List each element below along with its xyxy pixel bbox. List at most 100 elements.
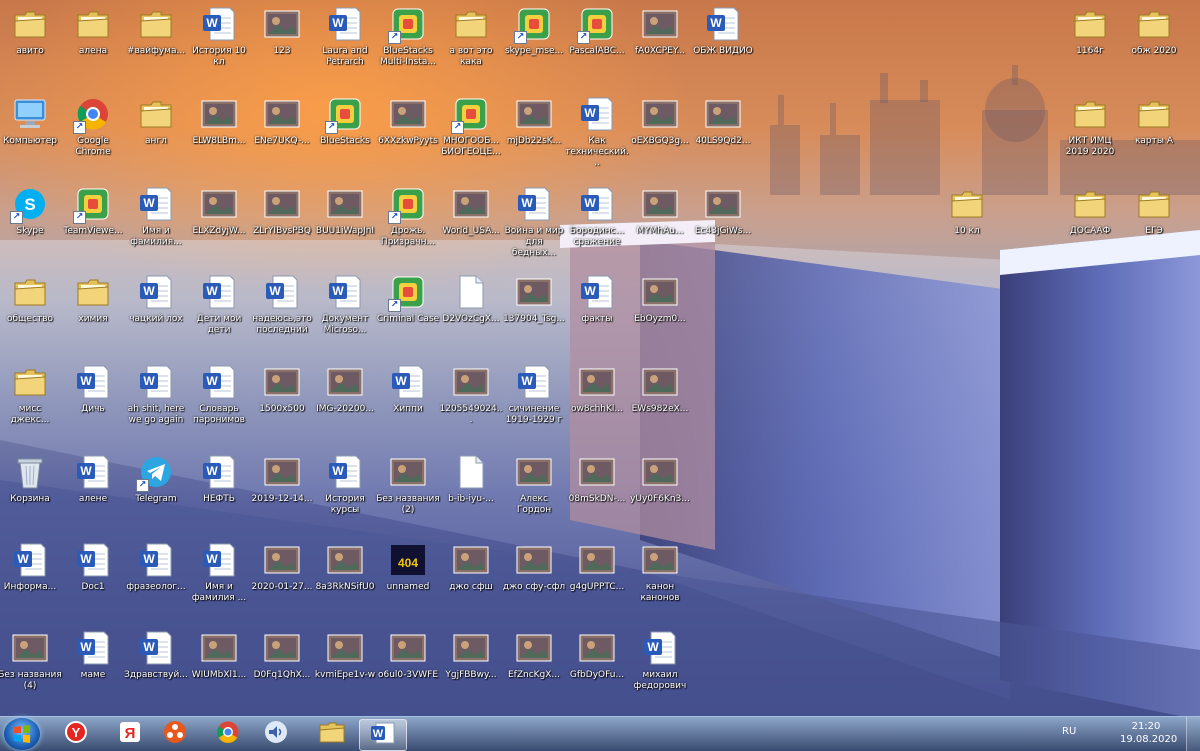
desktop-icon[interactable]: алена — [61, 4, 125, 57]
desktop-icon[interactable]: Без названия (2) — [376, 452, 440, 516]
taskbar-button-media-player[interactable] — [152, 719, 198, 749]
desktop-icon[interactable]: ELXZdyjW... — [187, 184, 251, 237]
desktop-icon[interactable]: Wфразеолог... — [124, 540, 188, 593]
desktop-icon[interactable]: ENe7UKQ-... — [250, 94, 314, 147]
desktop-icon[interactable]: Wнадеюсь,это последний — [250, 272, 314, 336]
desktop-icon[interactable]: W ОБЖ ВИДИО — [691, 4, 755, 57]
start-button[interactable] — [4, 718, 40, 750]
desktop-icon[interactable]: kvmiEpe1v-w — [313, 628, 377, 681]
desktop-icon[interactable]: Wah shit, here we go again — [124, 362, 188, 426]
show-desktop-button[interactable] — [1186, 717, 1200, 751]
desktop-icon[interactable]: W Имя и фамилия ... — [187, 540, 251, 604]
desktop-icon[interactable]: W Laura and Petrarch — [313, 4, 377, 68]
desktop-icon[interactable]: 1500x500 — [250, 362, 314, 415]
desktop-icon[interactable]: обж 2020 — [1122, 4, 1186, 57]
desktop-icon[interactable]: ЕГЭ — [1122, 184, 1186, 237]
desktop-icon[interactable]: 6XXzkwPyyts — [376, 94, 440, 147]
desktop-icon[interactable]: 1164г — [1058, 4, 1122, 57]
desktop-icon[interactable]: W Doc1 — [61, 540, 125, 593]
desktop-icon[interactable]: ↗ Criminal Case — [376, 272, 440, 325]
desktop-icon[interactable]: 2020-01-27... — [250, 540, 314, 593]
desktop-icon[interactable]: 2019-12-14... — [250, 452, 314, 505]
desktop-icon[interactable]: GfbDyOFu... — [565, 628, 629, 681]
desktop-icon[interactable]: YgjFBBwy... — [439, 628, 503, 681]
desktop-icon[interactable]: EbOyzm0... — [628, 272, 692, 325]
desktop-icon[interactable]: 08mSkDN-... — [565, 452, 629, 505]
taskbar-button-word[interactable]: W — [359, 719, 407, 751]
desktop-icon[interactable]: oEXBGQ3g... — [628, 94, 692, 147]
desktop-icon[interactable]: Корзина — [0, 452, 62, 505]
desktop-icon[interactable]: W НЕФТЬ — [187, 452, 251, 505]
desktop-icon[interactable]: химия — [61, 272, 125, 325]
taskbar-button-file-explorer[interactable] — [309, 719, 355, 749]
desktop-icon[interactable]: джо сфу-сфл — [502, 540, 566, 593]
desktop-icon[interactable]: англ — [124, 94, 188, 147]
desktop-icon[interactable]: S ↗ Skype — [0, 184, 62, 237]
desktop-icon[interactable]: джо сфш — [439, 540, 503, 593]
taskbar-button-yandex-browser[interactable]: Y — [53, 719, 99, 749]
taskbar-button-speaker-app[interactable] — [253, 719, 299, 749]
desktop-icon[interactable]: MYMhAu... — [628, 184, 692, 237]
desktop-icon[interactable]: Wчацкий лох — [124, 272, 188, 325]
desktop-icon[interactable]: ↗ PascalABC... — [565, 4, 629, 57]
desktop-icon[interactable]: 404 unnamed — [376, 540, 440, 593]
desktop-icon[interactable]: ↗ Google Chrome — [61, 94, 125, 158]
desktop-icon[interactable]: W Здравствуй... — [124, 628, 188, 681]
desktop-icon[interactable]: общество — [0, 272, 62, 325]
desktop-icon[interactable]: ow8chhKl... — [565, 362, 629, 415]
desktop-icon[interactable]: W Война и мир для бедных... — [502, 184, 566, 259]
desktop-icon[interactable]: ↗ Telegram — [124, 452, 188, 505]
desktop-icon[interactable]: Wмихаил федорович — [628, 628, 692, 692]
desktop-icon[interactable]: мисс джекс... — [0, 362, 62, 426]
desktop-icon[interactable]: ↗ Дрожь. Призрачн... — [376, 184, 440, 248]
desktop-icon[interactable]: W Дети мои дети — [187, 272, 251, 336]
desktop-icon[interactable]: ↗ BlueStacks — [313, 94, 377, 147]
desktop-icon[interactable]: W Хиппи — [376, 362, 440, 415]
desktop-icon[interactable]: Без названия (4) — [0, 628, 62, 692]
desktop-icon[interactable]: W Имя и фамилия... — [124, 184, 188, 248]
desktop-icon[interactable]: ДОСААФ — [1058, 184, 1122, 237]
desktop-icon[interactable]: W Бородинс... сражение — [565, 184, 629, 248]
desktop-icon[interactable]: EWs982eX... — [628, 362, 692, 415]
desktop-icon[interactable]: #вайфума... — [124, 4, 188, 57]
language-indicator[interactable]: RU — [1062, 726, 1076, 737]
desktop-icon[interactable]: BUU1iWapJnI — [313, 184, 377, 237]
desktop-icon[interactable]: ELW8LBm... — [187, 94, 251, 147]
desktop-icon[interactable]: mjDb22sK... — [502, 94, 566, 147]
desktop-icon[interactable]: WIUMbXl1... — [187, 628, 251, 681]
desktop-icon[interactable]: 137904_Tsg... — [502, 272, 566, 325]
desktop-icon[interactable]: W Как технический... — [565, 94, 629, 169]
desktop-icon[interactable]: o6ul0-3VWFE — [376, 628, 440, 681]
desktop-icon[interactable]: g4gUPPTC... — [565, 540, 629, 593]
desktop-icon[interactable]: ZLrYIBvsPBQ — [250, 184, 314, 237]
desktop-icon[interactable]: Компьютер — [0, 94, 62, 147]
desktop-icon[interactable]: yUy0F6Kn3... — [628, 452, 692, 505]
desktop-icon[interactable]: W Словарь паронимов — [187, 362, 251, 426]
desktop-icon[interactable]: карты А — [1122, 94, 1186, 147]
desktop-icon[interactable]: W Информа... — [0, 540, 62, 593]
desktop-icon[interactable]: 123 — [250, 4, 314, 57]
tray-clock[interactable]: 21:20 19.08.2020 — [1120, 720, 1177, 746]
desktop-icon[interactable]: 8a3RkNSifU0 — [313, 540, 377, 593]
desktop-icon[interactable]: Wфакты — [565, 272, 629, 325]
desktop-icon[interactable]: W История 10 кл — [187, 4, 251, 68]
desktop-icon[interactable]: fA0XCPEY... — [628, 4, 692, 57]
desktop-icon[interactable]: Wсичинение 1919-1929 г — [502, 362, 566, 426]
desktop-icon[interactable]: Ec43jGiWs... — [691, 184, 755, 237]
desktop-icon[interactable]: авито — [0, 4, 62, 57]
desktop-icon[interactable]: W Дичь — [61, 362, 125, 415]
desktop-icon[interactable]: Wалене — [61, 452, 125, 505]
desktop-icon[interactable]: 40LS9Qd2... — [691, 94, 755, 147]
desktop-icon[interactable]: ↗ МНОГООБ... БИОГЕОЦЕ... — [439, 94, 503, 158]
desktop-icon[interactable]: b-ib-iyu-... — [439, 452, 503, 505]
desktop-icon[interactable]: канон канонов — [628, 540, 692, 604]
desktop-icon[interactable]: EfZncKgX... — [502, 628, 566, 681]
desktop-icon[interactable]: World_USA... — [439, 184, 503, 237]
desktop-icon[interactable]: W Документ Microso... — [313, 272, 377, 336]
taskbar-button-yandex[interactable]: Я — [107, 719, 153, 749]
desktop-icon[interactable]: 10 кл — [935, 184, 999, 237]
desktop-icon[interactable]: Алекс Гордон — [502, 452, 566, 516]
desktop-icon[interactable]: W История курсы — [313, 452, 377, 516]
desktop-icon[interactable]: ↗ skype_mse... — [502, 4, 566, 57]
desktop-icon[interactable]: а вот это кака — [439, 4, 503, 68]
